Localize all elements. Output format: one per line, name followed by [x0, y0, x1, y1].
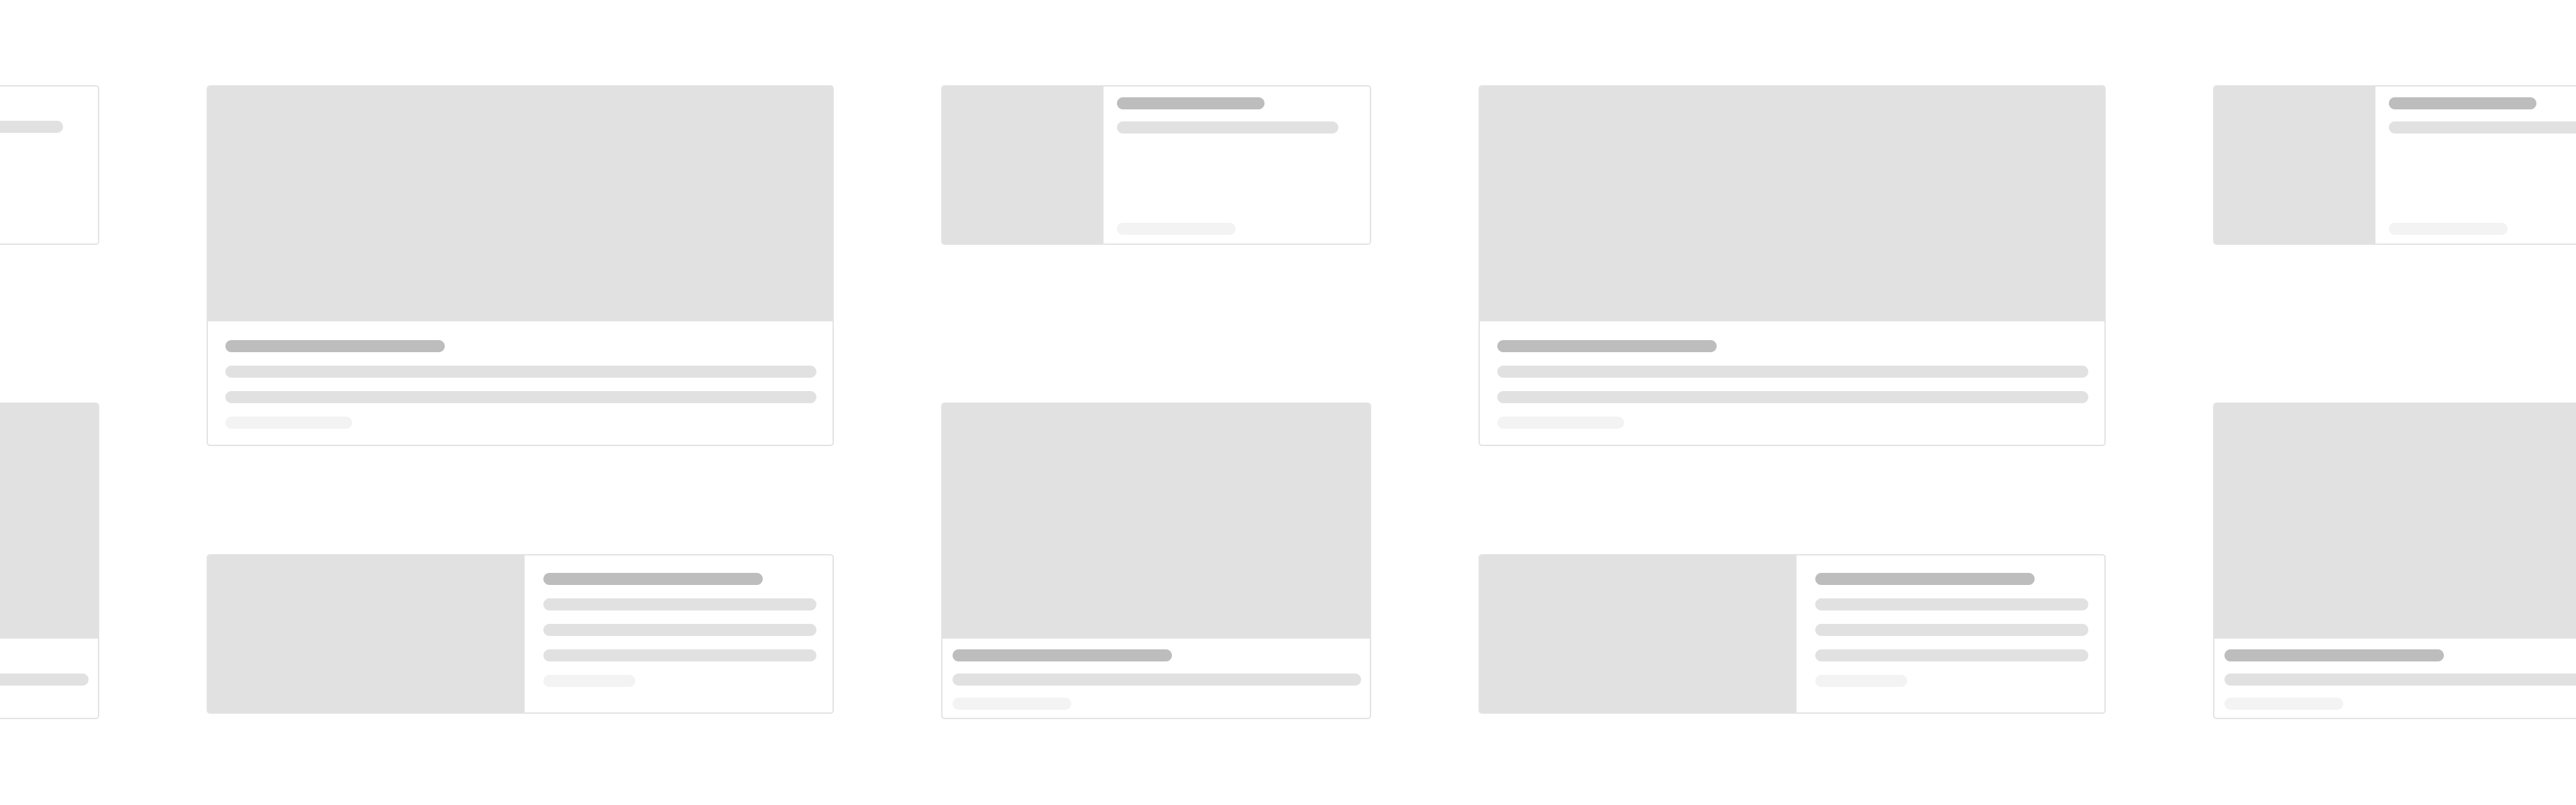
thumbnail-placeholder [2214, 87, 2375, 244]
text-line-placeholder [543, 649, 816, 661]
skeleton-card-horizontal[interactable] [0, 85, 99, 245]
title-placeholder [2389, 97, 2536, 109]
skeleton-masonry-grid [0, 0, 2576, 805]
meta-placeholder [953, 698, 1071, 710]
text-line-placeholder [2389, 121, 2576, 133]
image-placeholder [2214, 404, 2576, 639]
image-placeholder [1480, 87, 2104, 321]
text-line-placeholder [1815, 598, 2088, 610]
text-line-placeholder [1497, 366, 2088, 378]
skeleton-card-vertical[interactable] [1479, 85, 2106, 446]
meta-placeholder [1497, 417, 1624, 429]
text-line-placeholder [1815, 649, 2088, 661]
image-placeholder [943, 404, 1370, 639]
skeleton-card-vertical[interactable] [0, 402, 99, 719]
title-placeholder [1497, 340, 1717, 352]
title-placeholder [225, 340, 445, 352]
thumbnail-placeholder [208, 555, 525, 712]
title-placeholder [953, 649, 1172, 661]
title-placeholder [2224, 649, 2444, 661]
skeleton-card-vertical[interactable] [941, 402, 1371, 719]
meta-placeholder [1815, 675, 1907, 687]
skeleton-card-horizontal[interactable] [2213, 85, 2576, 245]
meta-placeholder [2224, 698, 2343, 710]
title-placeholder [1815, 573, 2035, 585]
thumbnail-placeholder [943, 87, 1104, 244]
text-line-placeholder [1117, 121, 1338, 133]
skeleton-card-horizontal[interactable] [207, 554, 834, 714]
text-line-placeholder [543, 598, 816, 610]
skeleton-card-horizontal[interactable] [1479, 554, 2106, 714]
image-placeholder [208, 87, 833, 321]
meta-placeholder [2389, 223, 2508, 235]
skeleton-card-horizontal[interactable] [941, 85, 1371, 245]
image-placeholder [0, 404, 98, 639]
text-line-placeholder [543, 624, 816, 636]
thumbnail-placeholder [1480, 555, 1796, 712]
text-line-placeholder [0, 121, 63, 133]
text-line-placeholder [953, 674, 1361, 686]
text-line-placeholder [1815, 624, 2088, 636]
meta-placeholder [543, 675, 635, 687]
text-line-placeholder [225, 366, 816, 378]
meta-placeholder [225, 417, 352, 429]
meta-placeholder [1117, 223, 1236, 235]
text-line-placeholder [1497, 391, 2088, 403]
title-placeholder [543, 573, 763, 585]
text-line-placeholder [225, 391, 816, 403]
text-line-placeholder [2224, 674, 2576, 686]
text-line-placeholder [0, 674, 89, 686]
skeleton-card-vertical[interactable] [2213, 402, 2576, 719]
title-placeholder [1117, 97, 1265, 109]
skeleton-card-vertical[interactable] [207, 85, 834, 446]
